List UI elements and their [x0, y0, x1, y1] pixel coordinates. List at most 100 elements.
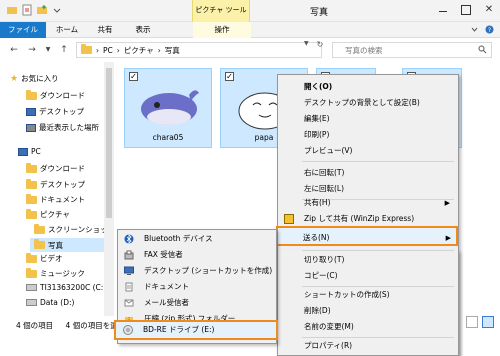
- search-input[interactable]: 写真の検索: [332, 42, 492, 58]
- submenu-arrow-icon: ▶: [445, 234, 451, 242]
- mail-icon: [124, 299, 134, 307]
- sendto-desktop[interactable]: デスクトップ (ショートカットを作成): [118, 263, 276, 279]
- back-arrow-icon[interactable]: ←: [8, 44, 20, 56]
- nav-scrollbar[interactable]: [104, 62, 114, 316]
- menu-label: 共有(H): [304, 198, 331, 207]
- picture-tools-context-label: ピクチャ ツール: [192, 0, 250, 22]
- forward-arrow-icon[interactable]: →: [26, 44, 38, 56]
- sendto-documents[interactable]: ドキュメント: [118, 279, 276, 295]
- menu-preview[interactable]: プレビュー(V): [278, 143, 458, 159]
- recent-dropdown-icon[interactable]: ▼: [42, 44, 54, 56]
- svg-text:?: ?: [488, 27, 491, 34]
- refresh-icon[interactable]: ↻: [317, 40, 324, 49]
- tab-home[interactable]: ホーム: [52, 22, 82, 38]
- menu-create-shortcut[interactable]: ショートカットの作成(S): [278, 287, 458, 303]
- up-arrow-icon[interactable]: ↑: [58, 44, 70, 56]
- nav-documents[interactable]: ドキュメント: [26, 193, 85, 205]
- file-item[interactable]: ✓ chara05: [124, 68, 212, 148]
- documents-folder-icon: [26, 193, 37, 204]
- quick-access-toolbar: [6, 4, 63, 16]
- menu-properties[interactable]: プロパティ(R): [278, 338, 458, 354]
- menu-label: FAX 受信者: [144, 250, 183, 259]
- nav-desktop[interactable]: デスクトップ: [26, 106, 84, 117]
- nav-recent[interactable]: 最近表示した場所: [26, 122, 99, 133]
- menu-send-to[interactable]: 送る(N) ▶: [277, 230, 459, 246]
- nav-photos[interactable]: 写真: [30, 238, 104, 252]
- tab-view[interactable]: 表示: [128, 22, 158, 38]
- download-folder-icon: [26, 89, 37, 100]
- nav-label: TI31363200C (C:): [40, 283, 107, 292]
- address-bar[interactable]: › PC › ピクチャ › 写真: [76, 42, 322, 58]
- menu-separator: [302, 161, 454, 162]
- menu-share[interactable]: 共有(H) ▶: [278, 195, 458, 211]
- menu-delete[interactable]: 削除(D): [278, 303, 458, 319]
- help-icon[interactable]: ?: [485, 25, 494, 34]
- nav-drive-d[interactable]: Data (D:): [26, 298, 74, 307]
- nav-screenshots[interactable]: スクリーンショット: [34, 223, 110, 235]
- nav-pc[interactable]: PC: [18, 147, 41, 156]
- maximize-button[interactable]: [459, 3, 473, 16]
- address-dropdown-icon[interactable]: ▼: [304, 40, 309, 49]
- qat-dropdown-icon[interactable]: [51, 4, 63, 16]
- nav-video[interactable]: ビデオ: [26, 252, 63, 264]
- folder-icon: [34, 223, 45, 234]
- documents-icon: [125, 282, 133, 292]
- menu-copy[interactable]: コピー(C): [278, 268, 458, 284]
- nav-music[interactable]: ミュージック: [26, 267, 85, 279]
- menu-label: Zip して共有 (WinZip Express): [304, 214, 415, 223]
- menu-zip-share[interactable]: Zip して共有 (WinZip Express): [278, 211, 458, 227]
- menu-open[interactable]: 開く(O): [278, 79, 458, 95]
- window-title: 写真: [310, 8, 329, 18]
- search-placeholder: 写真の検索: [345, 46, 383, 55]
- nav-label: お気に入り: [21, 74, 59, 83]
- tab-manage[interactable]: 操作: [193, 22, 251, 38]
- sendto-bluetooth[interactable]: Bluetooth デバイス: [118, 231, 276, 247]
- nav-label: ダウンロード: [40, 91, 85, 100]
- close-button[interactable]: ✕: [482, 3, 496, 16]
- item-checkbox[interactable]: ✓: [225, 72, 234, 81]
- tab-share[interactable]: 共有: [90, 22, 120, 38]
- tab-file[interactable]: ファイル: [0, 22, 46, 38]
- expand-ribbon-icon[interactable]: [470, 25, 479, 34]
- menu-set-background[interactable]: デスクトップの背景として設定(B): [278, 95, 458, 111]
- search-icon[interactable]: [478, 45, 487, 54]
- whale-thumbnail: [141, 90, 199, 125]
- breadcrumb-pictures[interactable]: ピクチャ: [124, 45, 154, 56]
- menu-separator: [302, 250, 454, 251]
- properties-icon[interactable]: [21, 4, 33, 16]
- nav-pictures[interactable]: ピクチャ: [26, 208, 70, 220]
- nav-pc-desktop[interactable]: デスクトップ: [26, 178, 85, 190]
- details-view-icon[interactable]: [466, 316, 478, 328]
- large-icons-view-icon[interactable]: [482, 316, 494, 328]
- nav-drive-c[interactable]: TI31363200C (C:): [26, 283, 106, 292]
- nav-label: ミュージック: [40, 269, 85, 278]
- breadcrumb-pc[interactable]: PC: [103, 46, 113, 55]
- item-checkbox[interactable]: ✓: [129, 72, 138, 81]
- breadcrumb-separator: ›: [116, 45, 120, 55]
- nav-label: 最近表示した場所: [39, 123, 99, 132]
- desktop-icon: [26, 107, 36, 116]
- nav-label: デスクトップ: [40, 180, 85, 189]
- minimize-button[interactable]: [436, 3, 450, 16]
- menu-cut[interactable]: 切り取り(T): [278, 252, 458, 268]
- sendto-bd-drive[interactable]: BD-RE ドライブ (E:): [117, 322, 277, 338]
- menu-print[interactable]: 印刷(P): [278, 127, 458, 143]
- navigation-bar: ← → ▼ ↑ › PC › ピクチャ › 写真 ▼ ↻ 写真の検索: [0, 38, 500, 62]
- new-folder-icon[interactable]: [36, 4, 48, 16]
- sendto-fax[interactable]: FAX 受信者: [118, 247, 276, 263]
- nav-pc-downloads[interactable]: ダウンロード: [26, 162, 85, 174]
- star-icon: ★: [10, 73, 19, 84]
- menu-edit[interactable]: 編集(E): [278, 111, 458, 127]
- menu-rotate-right[interactable]: 右に回転(T): [278, 165, 458, 181]
- nav-downloads[interactable]: ダウンロード: [26, 89, 85, 101]
- sendto-mail[interactable]: メール受信者: [118, 295, 276, 311]
- fax-icon: [124, 250, 134, 260]
- nav-label: ダウンロード: [40, 164, 85, 173]
- nav-label: ピクチャ: [40, 210, 70, 219]
- menu-rename[interactable]: 名前の変更(M): [278, 319, 458, 335]
- nav-favorites[interactable]: ★ お気に入り: [10, 73, 59, 84]
- file-name: chara05: [152, 133, 184, 142]
- breadcrumb-photos[interactable]: 写真: [165, 45, 180, 56]
- status-text: 4 個の項目 4 個の項目を選択: [16, 320, 125, 331]
- scrollbar-thumb[interactable]: [106, 68, 112, 218]
